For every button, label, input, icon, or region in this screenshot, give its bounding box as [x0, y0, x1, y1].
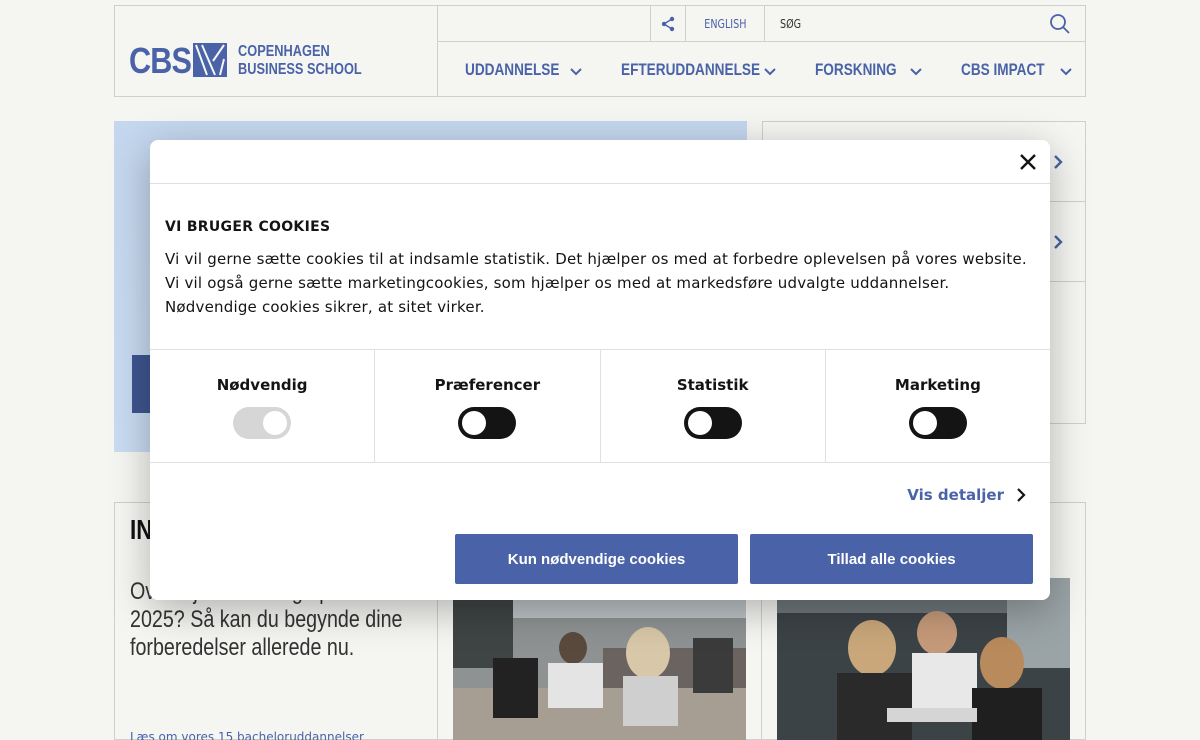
- consent-category-marketing: Marketing: [826, 350, 1050, 462]
- necessary-cookies-button[interactable]: Kun nødvendige cookies: [455, 534, 738, 584]
- toggle-preferences[interactable]: [458, 407, 517, 439]
- toggle-statistics[interactable]: [683, 407, 742, 439]
- consent-categories: Nødvendig Præferencer Statistik Marketin…: [150, 349, 1050, 463]
- chevron-right-icon: [1017, 488, 1026, 502]
- dialog-title: VI BRUGER COOKIES: [165, 219, 331, 235]
- toggle-necessary: [233, 407, 292, 439]
- close-icon[interactable]: [1018, 152, 1038, 172]
- cookie-consent-dialog: VI BRUGER COOKIES Vi vil gerne sætte coo…: [150, 140, 1050, 600]
- consent-category-statistics: Statistik: [601, 350, 826, 462]
- toggle-marketing[interactable]: [908, 407, 967, 439]
- consent-category-preferences: Præferencer: [375, 350, 601, 462]
- consent-category-necessary: Nødvendig: [150, 350, 376, 462]
- show-details-link[interactable]: Vis detaljer: [907, 486, 1026, 504]
- dialog-description: Vi vil gerne sætte cookies til at indsam…: [165, 250, 1027, 316]
- allow-all-cookies-button[interactable]: Tillad alle cookies: [750, 534, 1033, 584]
- dialog-header: [150, 140, 1050, 184]
